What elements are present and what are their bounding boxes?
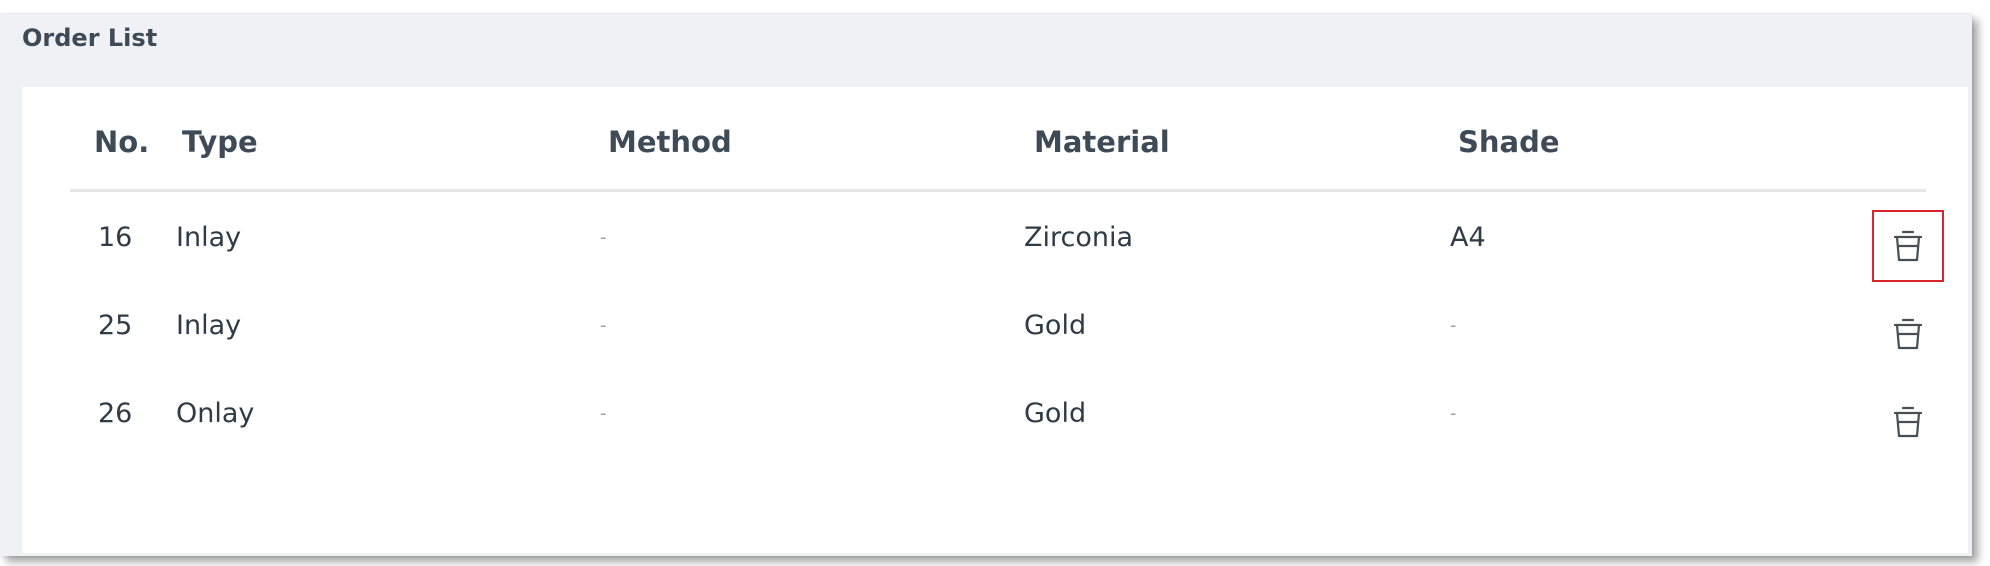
trash-icon xyxy=(1893,318,1923,350)
trash-icon xyxy=(1893,406,1923,438)
cell-shade: - xyxy=(1450,403,1457,424)
cell-shade: - xyxy=(1450,315,1457,336)
cell-method: - xyxy=(600,227,607,248)
column-header-method: Method xyxy=(608,125,732,159)
column-header-no: No. xyxy=(94,125,150,159)
cell-type: Onlay xyxy=(176,398,255,429)
cell-method: - xyxy=(600,315,607,336)
column-header-type: Type xyxy=(182,125,258,159)
delete-row-button[interactable] xyxy=(1872,210,1944,282)
cell-type: Inlay xyxy=(176,222,242,253)
column-header-material: Material xyxy=(1034,125,1170,159)
table-row: 25 Inlay - Gold - xyxy=(70,282,1926,370)
column-header-shade: Shade xyxy=(1458,125,1560,159)
delete-row-button[interactable] xyxy=(1872,298,1944,370)
delete-row-button[interactable] xyxy=(1872,386,1944,458)
trash-icon xyxy=(1893,230,1923,262)
cell-no: 26 xyxy=(98,398,133,429)
cell-material: Zirconia xyxy=(1024,222,1134,253)
cell-material: Gold xyxy=(1024,398,1087,429)
cell-method: - xyxy=(600,403,607,424)
cell-shade: A4 xyxy=(1450,222,1486,253)
order-table: No. Type Method Material Shade 16 Inlay … xyxy=(22,87,1968,553)
cell-material: Gold xyxy=(1024,310,1087,341)
order-list-panel: Order List No. Type Method Material Shad… xyxy=(0,14,1972,556)
table-header: No. Type Method Material Shade xyxy=(70,87,1926,192)
panel-title: Order List xyxy=(22,24,158,52)
cell-type: Inlay xyxy=(176,310,242,341)
table-row: 16 Inlay - Zirconia A4 xyxy=(70,194,1944,282)
cell-no: 16 xyxy=(98,222,133,253)
cell-no: 25 xyxy=(98,310,133,341)
table-row: 26 Onlay - Gold - xyxy=(70,370,1926,458)
